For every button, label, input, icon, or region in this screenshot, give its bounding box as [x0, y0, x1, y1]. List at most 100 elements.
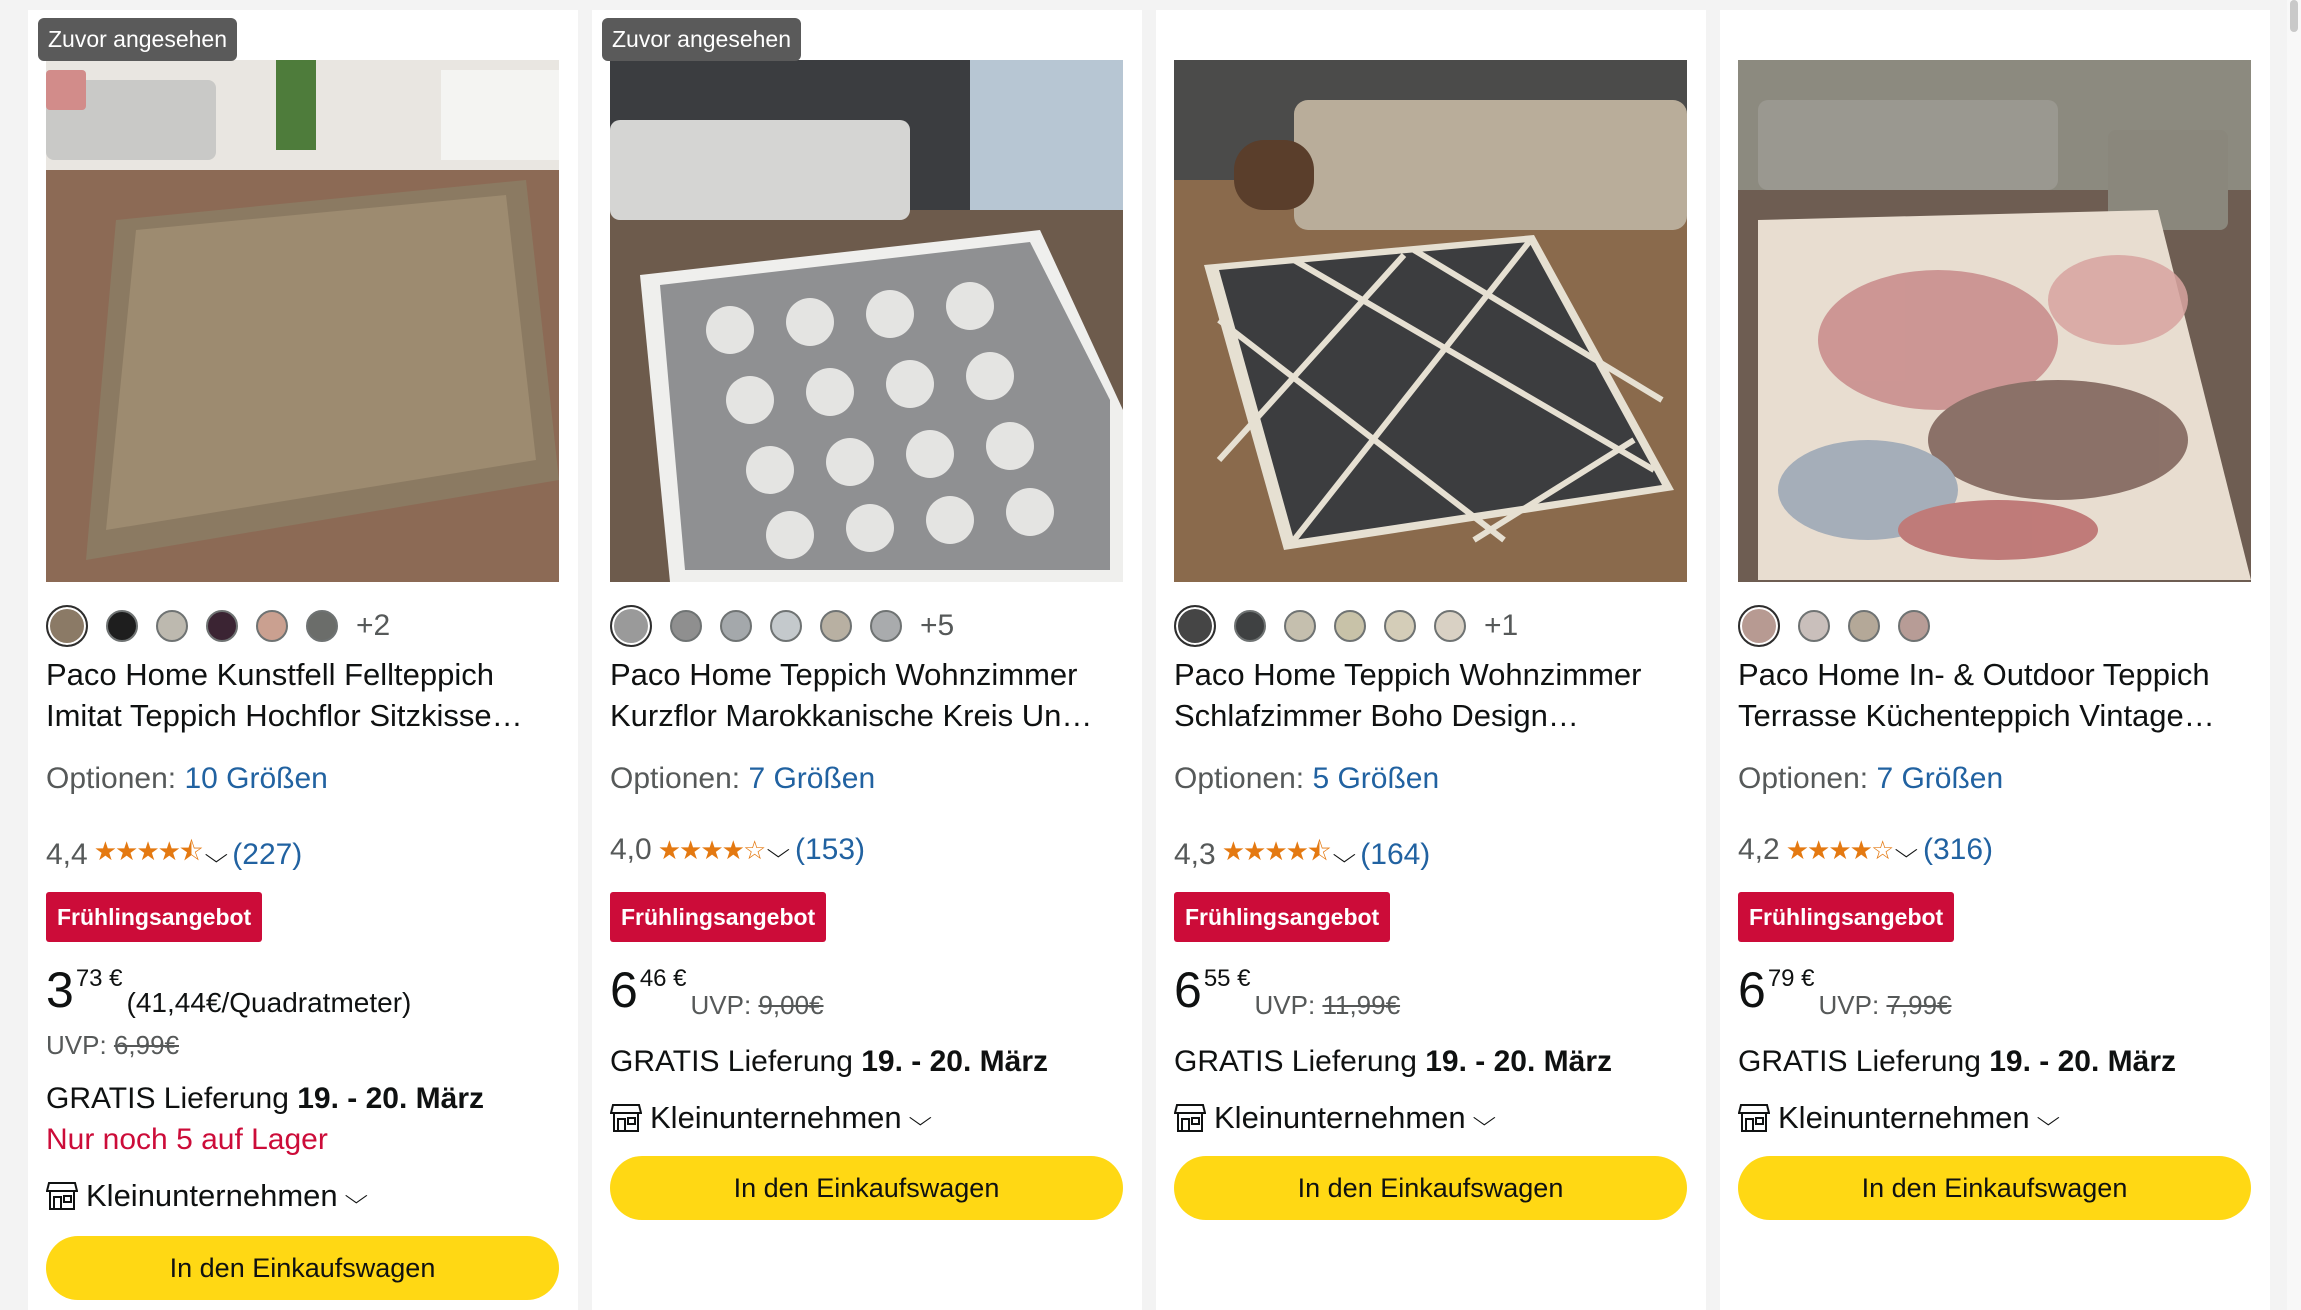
color-swatch[interactable]: [1898, 610, 1930, 642]
price-whole: 6: [1174, 962, 1202, 1018]
product-image[interactable]: [610, 60, 1123, 582]
product-title-line: Terrasse Küchenteppich Vintage…: [1738, 698, 2215, 733]
deal-badge: Frühlingsangebot: [46, 892, 263, 942]
color-swatch[interactable]: [256, 610, 288, 642]
delivery-prefix: GRATIS Lieferung: [610, 1045, 853, 1078]
color-swatch[interactable]: [1174, 605, 1216, 647]
product-image[interactable]: [46, 60, 559, 582]
color-swatch[interactable]: [1384, 610, 1416, 642]
color-swatches: [1738, 605, 1930, 647]
stock-warning: Nur noch 5 auf Lager: [46, 1123, 328, 1156]
small-business-row[interactable]: Kleinunternehmen ⌵: [1738, 1100, 2060, 1136]
color-swatch[interactable]: [1284, 610, 1316, 642]
small-business-row[interactable]: Kleinunternehmen ⌵: [1174, 1100, 1496, 1136]
storefront-icon: [610, 1104, 642, 1132]
options-label: Optionen:: [1738, 762, 1869, 795]
list-price-value: 7,99€: [1886, 990, 1952, 1020]
rating-count-link[interactable]: (316): [1923, 833, 1993, 867]
color-swatch[interactable]: [46, 605, 88, 647]
scrollbar-thumb[interactable]: [2290, 0, 2298, 32]
color-swatch[interactable]: [1234, 610, 1266, 642]
chevron-down-icon[interactable]: ⌵: [908, 1105, 931, 1131]
chevron-down-icon[interactable]: ⌵: [204, 842, 227, 868]
options-sizes-link[interactable]: 10 Größen: [184, 762, 327, 795]
options-row: Optionen: 5 Größen: [1174, 762, 1439, 796]
add-to-cart-button[interactable]: In den Einkaufswagen: [610, 1156, 1123, 1220]
page-scrollbar[interactable]: [2287, 0, 2301, 1310]
product-title-link[interactable]: Paco Home Kunstfell Fellteppich Imitat T…: [46, 654, 561, 736]
options-sizes-link[interactable]: 5 Größen: [1312, 762, 1439, 795]
list-price-value: 6,99€: [113, 1030, 179, 1060]
color-swatch[interactable]: [820, 610, 852, 642]
rating-value: 4,2: [1738, 833, 1780, 866]
product-title-line: Kurzflor Marokkanische Kreis Un…: [610, 698, 1093, 733]
more-colors-link[interactable]: +1: [1484, 609, 1518, 643]
more-colors-link[interactable]: +5: [920, 609, 954, 643]
color-swatch[interactable]: [1848, 610, 1880, 642]
rating-row: 4,3 ★★★★⯪ ⌵ (164): [1174, 833, 1430, 877]
product-title-link[interactable]: Paco Home In- & Outdoor Teppich Terrasse…: [1738, 654, 2253, 736]
rating-value: 4,4: [46, 838, 88, 871]
color-swatch[interactable]: [720, 610, 752, 642]
chevron-down-icon[interactable]: ⌵: [1895, 837, 1918, 863]
more-colors-link[interactable]: +2: [356, 609, 390, 643]
color-swatch[interactable]: [610, 605, 652, 647]
product-card: +1 Paco Home Teppich Wohnzimmer Schlafzi…: [1156, 10, 1706, 1310]
color-swatch[interactable]: [306, 610, 338, 642]
chevron-down-icon[interactable]: ⌵: [344, 1183, 367, 1209]
delivery-date: 19. - 20. März: [861, 1045, 1048, 1078]
deal-badge: Frühlingsangebot: [1738, 892, 1955, 942]
price-fraction: 79 €: [1767, 965, 1815, 992]
add-to-cart-button[interactable]: In den Einkaufswagen: [46, 1236, 559, 1300]
color-swatch[interactable]: [870, 610, 902, 642]
color-swatch[interactable]: [1738, 605, 1780, 647]
small-business-row[interactable]: Kleinunternehmen ⌵: [46, 1178, 368, 1214]
options-sizes-link[interactable]: 7 Größen: [1876, 762, 2003, 795]
small-business-label: Kleinunternehmen: [1778, 1100, 2030, 1135]
color-swatch[interactable]: [1798, 610, 1830, 642]
product-grid: Zuvor angesehen +2 Paco Home Kunstfell F…: [28, 10, 2270, 1310]
rating-count-link[interactable]: (164): [1360, 838, 1430, 872]
color-swatch[interactable]: [770, 610, 802, 642]
color-swatch[interactable]: [156, 610, 188, 642]
delivery-date: 19. - 20. März: [1989, 1045, 2176, 1078]
list-price-label: UVP:: [1818, 990, 1880, 1020]
color-swatch[interactable]: [670, 610, 702, 642]
delivery-info: GRATIS Lieferung 19. - 20. März: [46, 1082, 484, 1116]
color-swatch[interactable]: [206, 610, 238, 642]
star-rating-icon[interactable]: ★★★★⯪: [94, 833, 204, 877]
price-whole: 3: [46, 962, 74, 1018]
options-row: Optionen: 10 Größen: [46, 762, 328, 796]
product-image[interactable]: [1174, 60, 1687, 582]
color-swatch[interactable]: [1334, 610, 1366, 642]
options-row: Optionen: 7 Größen: [610, 762, 875, 796]
options-sizes-link[interactable]: 7 Größen: [748, 762, 875, 795]
add-to-cart-button[interactable]: In den Einkaufswagen: [1738, 1156, 2251, 1220]
rating-value: 4,3: [1174, 838, 1216, 871]
add-to-cart-button[interactable]: In den Einkaufswagen: [1174, 1156, 1687, 1220]
color-swatch[interactable]: [1434, 610, 1466, 642]
small-business-row[interactable]: Kleinunternehmen ⌵: [610, 1100, 932, 1136]
product-title-line: Paco Home Kunstfell Fellteppich: [46, 657, 495, 692]
color-swatch[interactable]: [106, 610, 138, 642]
product-title-link[interactable]: Paco Home Teppich Wohnzimmer Schlafzimme…: [1174, 654, 1689, 736]
small-business-label: Kleinunternehmen: [86, 1178, 338, 1213]
price: 6 79 € UVP: 7,99€: [1738, 965, 1952, 1021]
chevron-down-icon[interactable]: ⌵: [767, 837, 790, 863]
chevron-down-icon[interactable]: ⌵: [2036, 1105, 2059, 1131]
list-price: UVP: 6,99€: [46, 1030, 179, 1061]
rating-row: 4,4 ★★★★⯪ ⌵ (227): [46, 833, 302, 877]
star-rating-icon[interactable]: ★★★★☆: [1786, 835, 1895, 866]
star-rating-icon[interactable]: ★★★★☆: [658, 835, 767, 866]
star-rating-icon[interactable]: ★★★★⯪: [1222, 833, 1332, 877]
viewed-badge: Zuvor angesehen: [38, 18, 238, 61]
rating-row: 4,2 ★★★★☆ ⌵ (316): [1738, 833, 1993, 867]
rating-count-link[interactable]: (227): [232, 838, 302, 872]
delivery-date: 19. - 20. März: [1425, 1045, 1612, 1078]
product-image[interactable]: [1738, 60, 2251, 582]
chevron-down-icon[interactable]: ⌵: [1472, 1105, 1495, 1131]
rating-count-link[interactable]: (153): [795, 833, 865, 867]
chevron-down-icon[interactable]: ⌵: [1332, 842, 1355, 868]
product-title-link[interactable]: Paco Home Teppich Wohnzimmer Kurzflor Ma…: [610, 654, 1125, 736]
price-fraction: 46 €: [639, 965, 687, 992]
